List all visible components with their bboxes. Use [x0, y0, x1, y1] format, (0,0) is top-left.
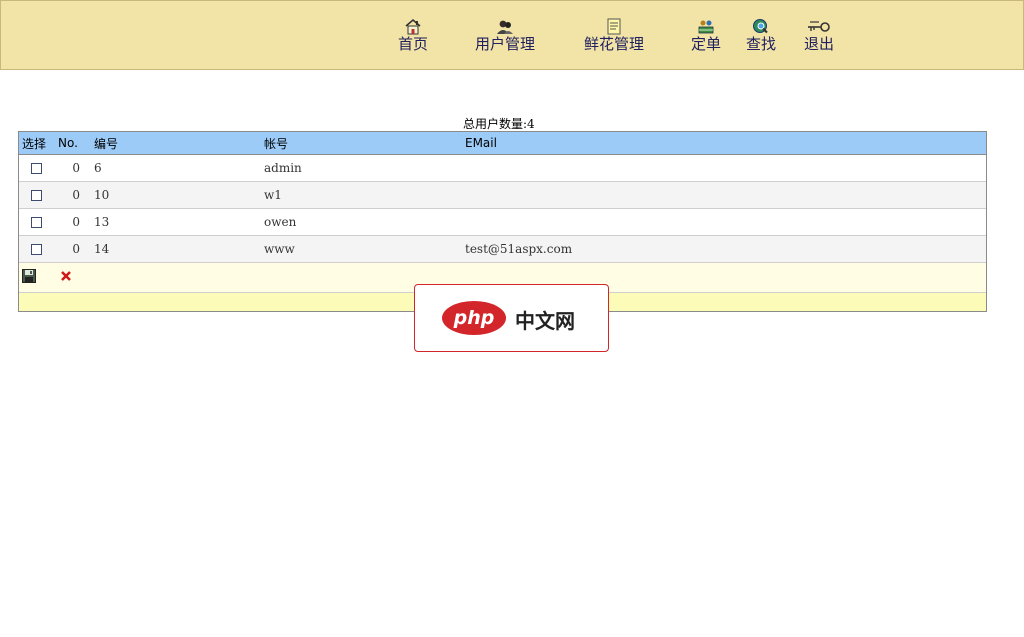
table-header-row: 选择 No. 编号 帐号 EMail	[19, 132, 986, 155]
row-no: 0	[58, 236, 80, 262]
document-icon	[582, 18, 646, 36]
nav-flower-management[interactable]: 鲜花管理	[582, 18, 646, 58]
php-logo-text: php	[453, 307, 495, 329]
row-account: admin	[264, 155, 454, 181]
home-icon	[397, 18, 429, 36]
row-id: 13	[94, 209, 254, 235]
row-email	[465, 182, 965, 208]
row-id: 10	[94, 182, 254, 208]
top-nav-bar: 首页 用户管理 鲜花管理	[0, 0, 1024, 70]
row-no: 0	[58, 209, 80, 235]
row-no: 0	[58, 182, 80, 208]
row-email	[465, 209, 965, 235]
order-icon	[690, 18, 722, 36]
php-logo: php	[441, 300, 507, 336]
nav-home[interactable]: 首页	[397, 18, 429, 58]
row-email: test@51aspx.com	[465, 236, 965, 262]
nav-label: 用户管理	[473, 36, 537, 53]
row-id: 14	[94, 236, 254, 262]
header-email: EMail	[465, 132, 965, 154]
header-no: No.	[58, 132, 80, 154]
row-checkbox[interactable]	[31, 244, 42, 255]
row-no: 0	[58, 155, 80, 181]
row-account: www	[264, 236, 454, 262]
php-cn-watermark: php 中文网	[414, 284, 609, 352]
row-id: 6	[94, 155, 254, 181]
row-account: w1	[264, 182, 454, 208]
search-globe-icon	[745, 18, 777, 36]
save-icon[interactable]	[22, 269, 36, 283]
delete-icon[interactable]	[59, 269, 73, 283]
nav-label: 定单	[690, 36, 722, 53]
row-account: owen	[264, 209, 454, 235]
nav-user-management[interactable]: 用户管理	[473, 18, 537, 58]
row-checkbox[interactable]	[31, 217, 42, 228]
nav-label: 鲜花管理	[582, 36, 646, 53]
header-id: 编号	[94, 132, 254, 154]
nav-label: 退出	[802, 36, 836, 53]
watermark-text: 中文网	[515, 305, 575, 334]
row-checkbox[interactable]	[31, 190, 42, 201]
header-select: 选择	[22, 132, 58, 154]
nav-orders[interactable]: 定单	[690, 18, 722, 58]
table-row[interactable]: 0 10 w1	[19, 182, 986, 209]
nav-label: 首页	[397, 36, 429, 53]
table-row[interactable]: 0 6 admin	[19, 155, 986, 182]
users-icon	[473, 18, 537, 36]
row-email	[465, 155, 965, 181]
nav-logout[interactable]: 退出	[802, 18, 836, 58]
header-account: 帐号	[264, 132, 454, 154]
total-users-count: 总用户数量:4	[463, 115, 535, 132]
row-checkbox[interactable]	[31, 163, 42, 174]
nav-search[interactable]: 查找	[745, 18, 777, 58]
table-row[interactable]: 0 13 owen	[19, 209, 986, 236]
table-row[interactable]: 0 14 www test@51aspx.com	[19, 236, 986, 263]
nav-label: 查找	[745, 36, 777, 53]
key-icon	[802, 18, 836, 36]
